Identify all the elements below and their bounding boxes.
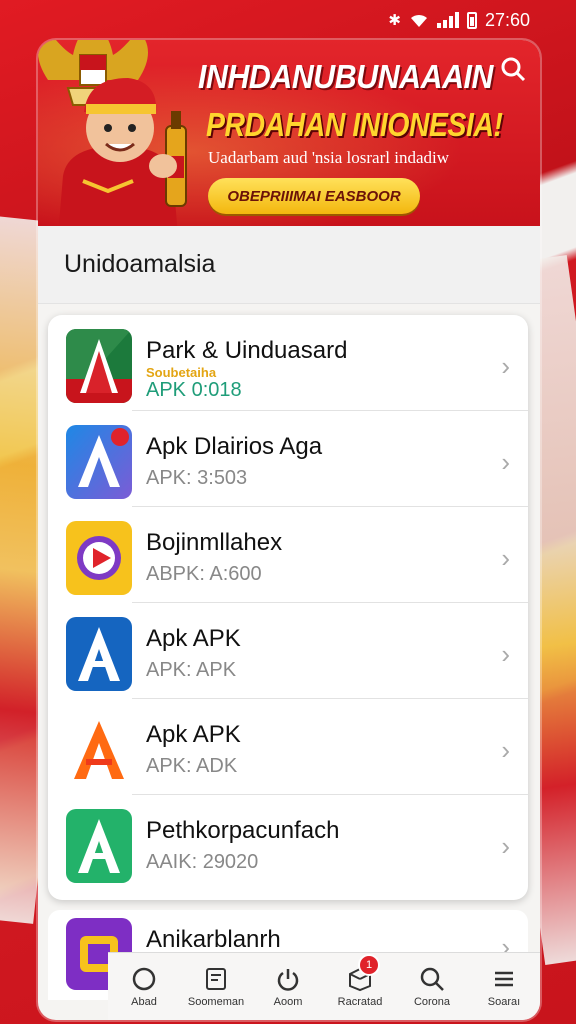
search-button[interactable] — [496, 52, 530, 86]
nav-label: Soaraı — [487, 995, 521, 1008]
promo-banner[interactable]: INHDANUBUNAAAIN PRDAHAN INIONESIA! Uadar… — [38, 40, 540, 226]
status-bar: ✱ 27:60 — [0, 0, 576, 40]
app-badge-text: Soubetaiha — [146, 365, 217, 380]
app-meta: APK: ADK — [146, 755, 238, 777]
power-icon — [277, 968, 299, 991]
app-meta: ABPK: A:600 — [146, 563, 262, 585]
list-item[interactable]: Pethkorpacunfach AAIK: 29020 › — [48, 795, 528, 891]
mascot-character-icon — [58, 78, 187, 226]
app-window: INHDANUBUNAAAIN PRDAHAN INIONESIA! Uadar… — [38, 40, 540, 1020]
list-item[interactable]: Apk APK APK: APK › — [48, 603, 528, 699]
search-icon — [420, 967, 444, 991]
nav-label: Abad — [131, 995, 157, 1008]
circle-icon — [132, 967, 156, 990]
app-name: Apk APK — [146, 625, 241, 652]
app-meta: APK: APK — [146, 659, 237, 681]
play-button-icon — [66, 521, 132, 595]
app-name: Park & Uinduasard — [146, 337, 348, 364]
banner-tagline: Uadarbam aud 'nsia losrarl indadiw — [208, 148, 449, 167]
chevron-right-icon[interactable]: › — [501, 831, 510, 862]
banner-subtitle: PRDAHAN INIONESIA! — [206, 106, 503, 143]
letter-a-green-icon — [66, 809, 132, 883]
letter-a-blue-icon — [66, 617, 132, 691]
nav-item-menu[interactable]: Soaraı — [468, 966, 540, 1008]
bluetooth-icon: ✱ — [388, 12, 401, 29]
app-meta: APK 0:018 — [146, 379, 242, 401]
bottom-navigation: Abad Soomeman Aoom 1 Racratad Corona Soa… — [108, 952, 540, 1020]
notification-badge: 1 — [358, 953, 380, 976]
signal-icon — [436, 12, 459, 28]
wifi-icon — [410, 14, 427, 27]
nav-label: Aoom — [273, 995, 303, 1008]
chevron-right-icon[interactable]: › — [501, 543, 510, 574]
nav-item-power[interactable]: Aoom — [252, 966, 324, 1008]
banner-cta-button[interactable]: OBEPRIIIMAI EASBOOR — [208, 178, 420, 214]
list-item[interactable]: Park & Uinduasard Soubetaiha APK 0:018 › — [48, 315, 528, 411]
document-icon — [206, 967, 226, 990]
nav-label: Racratad — [337, 995, 383, 1008]
letter-a-blue-icon — [66, 425, 132, 499]
app-name: Anikarblanrh — [146, 926, 281, 953]
app-name: Apk Dlairios Aga — [146, 433, 323, 460]
app-meta: AAIK: 29020 — [146, 851, 259, 873]
section-title: Unidoamalsia — [38, 226, 540, 304]
battery-icon — [466, 11, 477, 29]
list-item[interactable]: Apk Dlairios Aga APK: 3:503 › — [48, 411, 528, 507]
letter-a-red-green-icon — [66, 329, 132, 403]
app-list: Park & Uinduasard Soubetaiha APK 0:018 ›… — [48, 315, 528, 900]
chevron-right-icon[interactable]: › — [501, 735, 510, 766]
app-name: Pethkorpacunfach — [146, 817, 340, 844]
nav-item-recent[interactable]: 1 Racratad — [324, 953, 396, 1008]
app-name: Apk APK — [146, 721, 241, 748]
search-icon — [501, 57, 526, 82]
chevron-right-icon[interactable]: › — [501, 639, 510, 670]
chevron-right-icon[interactable]: › — [501, 351, 510, 382]
nav-label: Corona — [413, 995, 451, 1008]
status-time: 27:60 — [484, 9, 530, 30]
list-item[interactable]: Apk APK APK: ADK › — [48, 699, 528, 795]
nav-item-home[interactable]: Abad — [108, 966, 180, 1008]
nav-label: Soomeman — [187, 995, 245, 1008]
chevron-right-icon[interactable]: › — [501, 447, 510, 478]
nav-item-documents[interactable]: Soomeman — [180, 966, 252, 1008]
app-meta: APK: 3:503 — [146, 467, 248, 489]
menu-icon — [495, 971, 513, 986]
nav-item-search[interactable]: Corona — [396, 966, 468, 1008]
app-name: Bojinmllahex — [146, 529, 283, 556]
letter-a-orange-icon — [66, 713, 132, 787]
list-item[interactable]: Bojinmllahex ABPK: A:600 › — [48, 507, 528, 603]
banner-title: INHDANUBUNAAAIN — [198, 58, 494, 95]
